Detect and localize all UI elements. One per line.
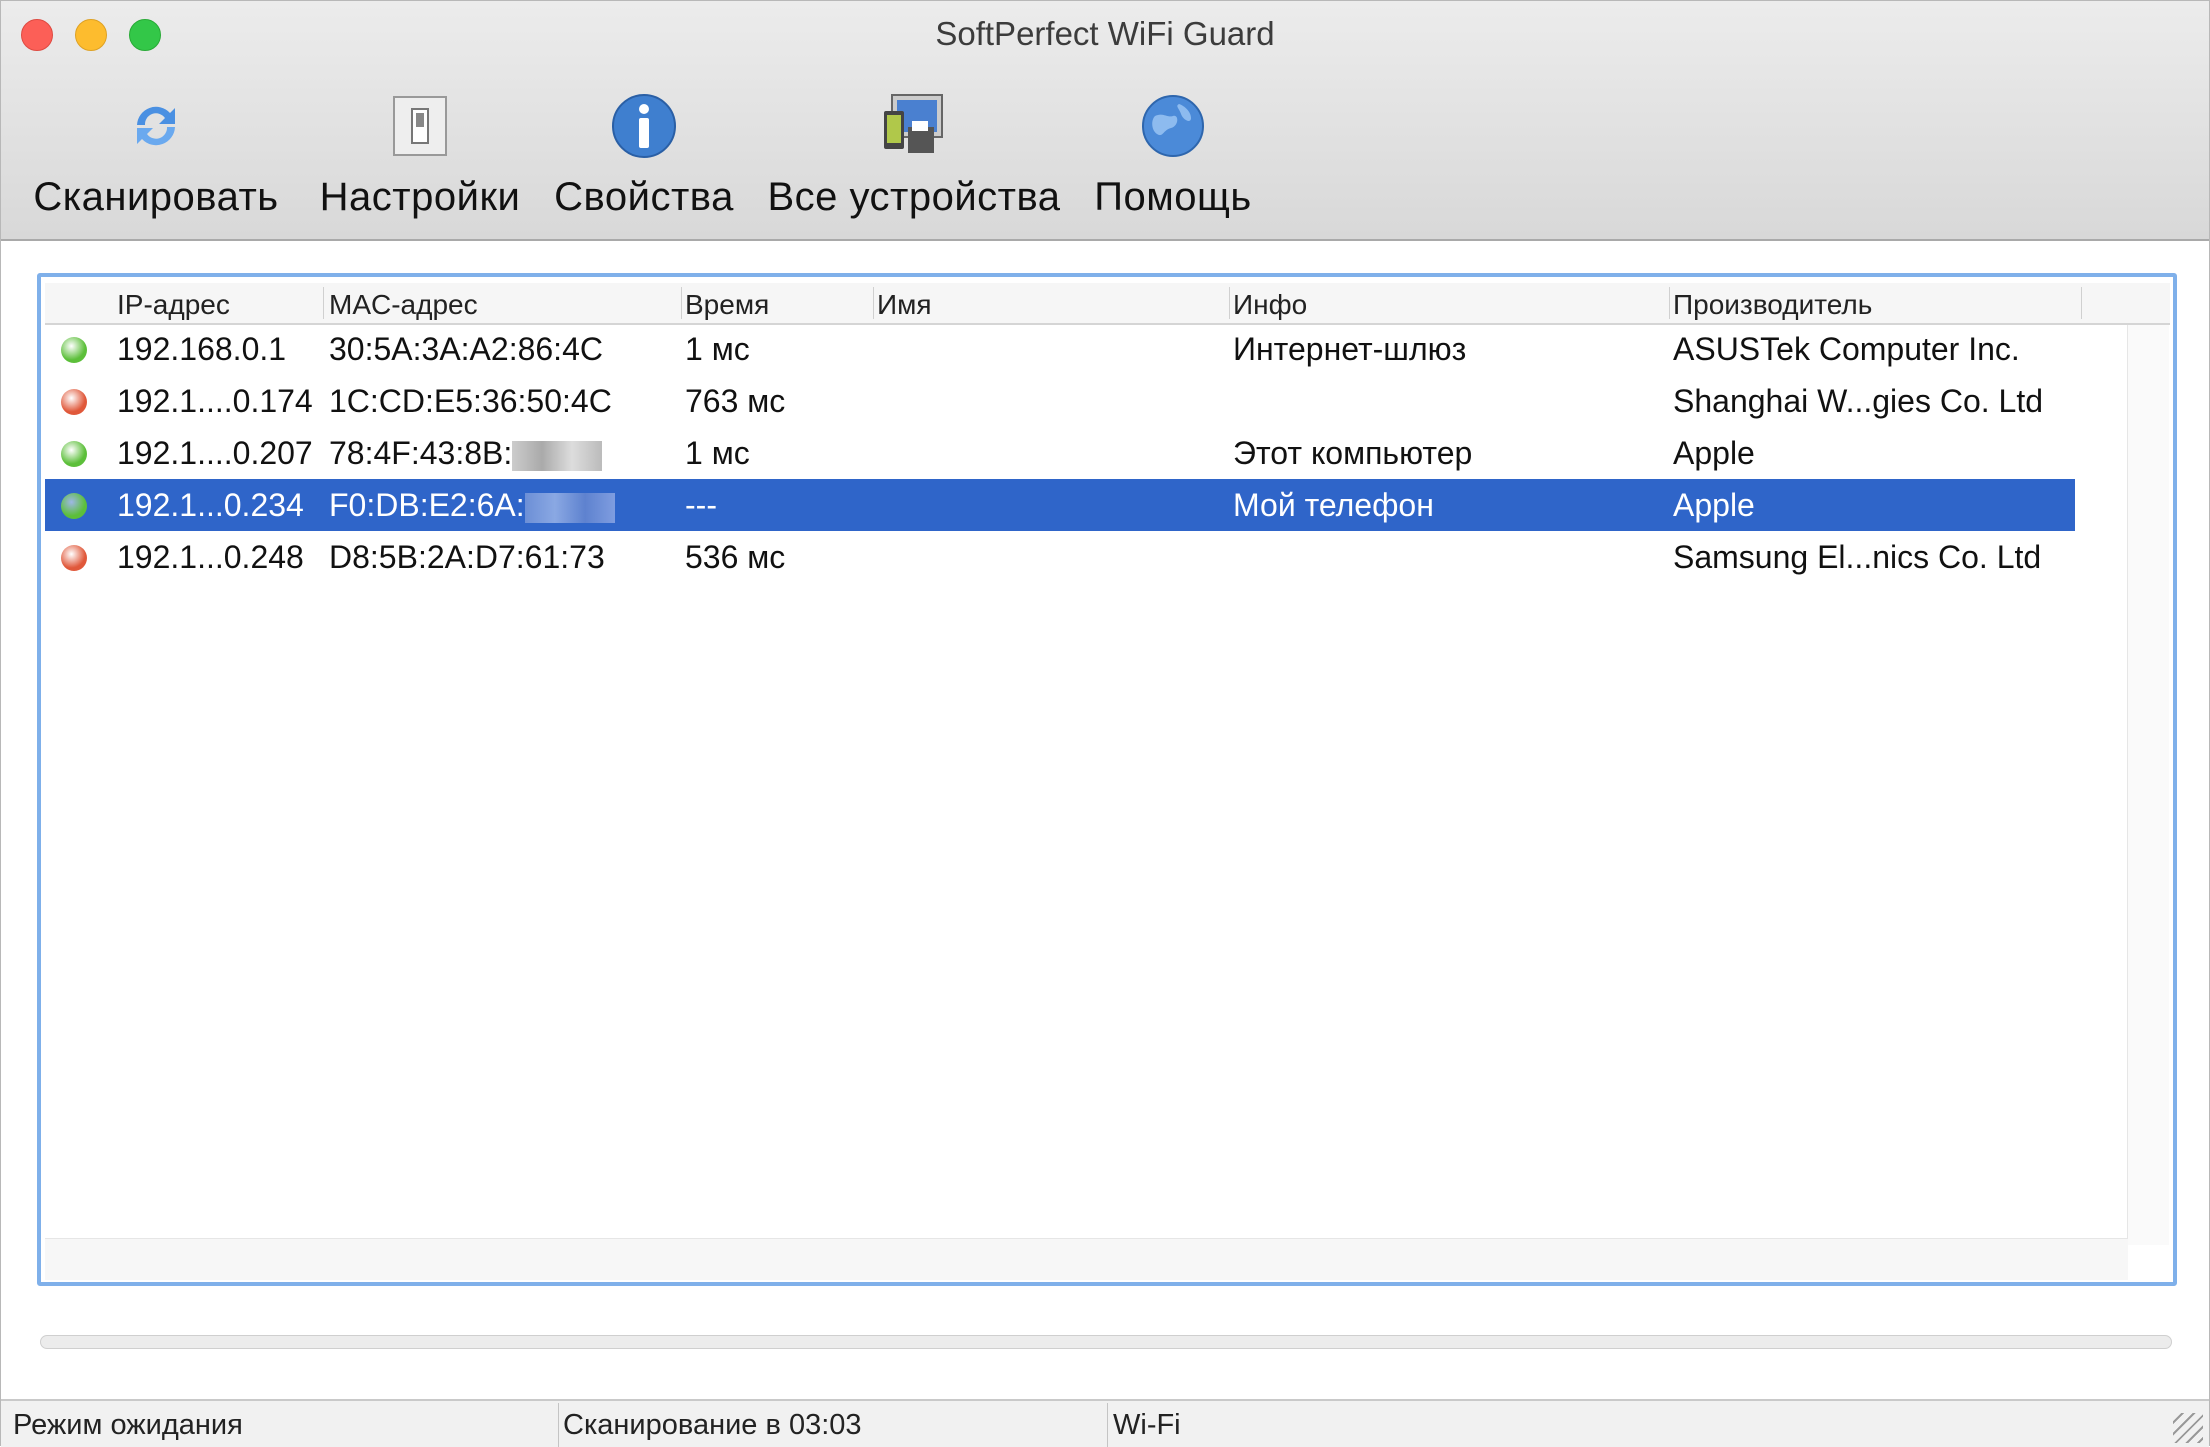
cell-mac-text: 78:4F:43:8B:: [329, 435, 513, 471]
cell-vendor-text: Samsung El...nics Co. Ltd: [1673, 539, 2042, 575]
all-devices-label: Все устройства: [767, 175, 1061, 219]
col-info[interactable]: Инфо: [1233, 289, 1307, 321]
cell-mac: 1C:CD:E5:36:50:4C: [329, 383, 612, 420]
cell-info-text: Мой телефон: [1233, 487, 1434, 523]
status-offline-icon: [61, 545, 87, 571]
all-devices-button[interactable]: Все устройства: [761, 93, 1067, 220]
help-label: Помощь: [1094, 175, 1252, 219]
cell-time-text: 1 мс: [685, 331, 750, 367]
properties-button[interactable]: Свойства: [551, 93, 737, 220]
cell-ip-text: 192.1....0.174: [117, 383, 313, 419]
cell-ip: 192.168.0.1: [117, 331, 286, 368]
title-toolbar: SoftPerfect WiFi Guard Сканировать Настр…: [1, 1, 2209, 241]
cell-mac: D8:5B:2A:D7:61:73: [329, 539, 605, 576]
cell-ip-text: 192.1....0.207: [117, 435, 313, 471]
col-time[interactable]: Время: [685, 289, 769, 321]
cell-vendor-text: ASUSTek Computer Inc.: [1673, 331, 2020, 367]
cell-mac-text: D8:5B:2A:D7:61:73: [329, 539, 605, 575]
cell-ip-text: 192.1...0.234: [117, 487, 304, 523]
table-row[interactable]: 192.168.0.1 30:5A:3A:A2:86:4C 1 мс Интернет…: [45, 323, 2075, 375]
col-vendor[interactable]: Производитель: [1673, 289, 1872, 321]
table-row[interactable]: 192.1...0.234 F0:DB:E2:6A: --- Мой телефон A…: [45, 479, 2075, 531]
table-row[interactable]: 192.1....0.207 78:4F:43:8B: 1 мс Этот компь…: [45, 427, 2075, 479]
cell-vendor-text: Shanghai W...gies Co. Ltd: [1673, 383, 2043, 419]
status-state: Режим ожидания: [13, 1409, 243, 1441]
cell-vendor-text: Apple: [1673, 435, 1755, 471]
cell-ip-text: 192.168.0.1: [117, 331, 287, 367]
cell-vendor: Apple: [1673, 487, 1755, 524]
cell-vendor: Apple: [1673, 435, 1755, 472]
table-header: IP-адрес MAC-адрес Время Имя Инфо Произв…: [45, 283, 2170, 325]
cell-time-text: ---: [685, 487, 717, 523]
redacted-mac: [512, 440, 603, 471]
cell-ip-text: 192.1...0.248: [117, 539, 304, 575]
properties-label: Свойства: [554, 175, 734, 219]
status-bar: Режим ожидания Сканирование в 03:03 Wi-F…: [1, 1399, 2209, 1447]
cell-ip: 192.1....0.207: [117, 435, 313, 472]
resize-grip[interactable]: [2173, 1413, 2203, 1443]
cell-mac-text: F0:DB:E2:6A:: [329, 487, 525, 523]
cell-time: ---: [685, 487, 717, 524]
cell-mac: 30:5A:3A:A2:86:4C: [329, 331, 603, 368]
cell-info-text: Интернет-шлюз: [1233, 331, 1467, 367]
cell-mac-text: 1C:CD:E5:36:50:4C: [329, 383, 612, 419]
help-button[interactable]: Помощь: [1089, 93, 1257, 220]
cell-info: Этот компьютер: [1233, 435, 1472, 472]
status-online-icon: [61, 493, 87, 519]
cell-mac-text: 30:5A:3A:A2:86:4C: [329, 331, 603, 367]
cell-ip: 192.1...0.248: [117, 539, 304, 576]
status-online-icon: [61, 441, 87, 467]
cell-mac: F0:DB:E2:6A:: [329, 487, 615, 524]
status-interface: Wi-Fi: [1113, 1409, 1181, 1441]
devices-icon: [881, 93, 947, 159]
cell-mac: 78:4F:43:8B:: [329, 435, 603, 472]
col-ip[interactable]: IP-адрес: [117, 289, 230, 321]
table-row[interactable]: 192.1...0.248 D8:5B:2A:D7:61:73 536 мс Sams…: [45, 531, 2075, 583]
table-row[interactable]: 192.1....0.174 1C:CD:E5:36:50:4C 763 мс Sha…: [45, 375, 2075, 427]
cell-vendor-text: Apple: [1673, 487, 1755, 523]
cell-time: 763 мс: [685, 383, 785, 420]
app-window: SoftPerfect WiFi Guard Сканировать Настр…: [0, 0, 2210, 1447]
cell-time-text: 1 мс: [685, 435, 750, 471]
scan-progress-bar: [40, 1335, 2172, 1349]
vertical-scrollbar[interactable]: [2127, 325, 2169, 1245]
status-online-icon: [61, 337, 87, 363]
cell-info: Интернет-шлюз: [1233, 331, 1466, 368]
status-offline-icon: [61, 389, 87, 415]
globe-icon: [1140, 93, 1206, 159]
cell-info: Мой телефон: [1233, 487, 1434, 524]
col-mac[interactable]: MAC-адрес: [329, 289, 478, 321]
scan-button[interactable]: Сканировать: [25, 93, 287, 220]
status-scan-time: Сканирование в 03:03: [563, 1409, 862, 1441]
redacted-mac: [524, 492, 615, 523]
cell-ip: 192.1....0.174: [117, 383, 313, 420]
cell-time: 1 мс: [685, 435, 750, 472]
refresh-icon: [123, 93, 189, 159]
cell-vendor: Shanghai W...gies Co. Ltd: [1673, 383, 2043, 420]
cell-time-text: 536 мс: [685, 539, 786, 575]
cell-time-text: 763 мс: [685, 383, 786, 419]
cell-vendor: ASUSTek Computer Inc.: [1673, 331, 2020, 368]
cell-time: 1 мс: [685, 331, 750, 368]
cell-vendor: Samsung El...nics Co. Ltd: [1673, 539, 2041, 576]
col-name[interactable]: Имя: [877, 289, 932, 321]
cell-ip: 192.1...0.234: [117, 487, 304, 524]
cell-time: 536 мс: [685, 539, 785, 576]
scan-label: Сканировать: [33, 175, 279, 219]
settings-label: Настройки: [319, 175, 521, 219]
info-icon: [611, 93, 677, 159]
horizontal-scrollbar[interactable]: [45, 1238, 2128, 1280]
device-table[interactable]: IP-адрес MAC-адрес Время Имя Инфо Произв…: [37, 273, 2177, 1286]
window-title: SoftPerfect WiFi Guard: [935, 15, 1275, 52]
cell-info-text: Этот компьютер: [1233, 435, 1473, 471]
switch-icon: [387, 93, 453, 159]
settings-button[interactable]: Настройки: [311, 93, 529, 220]
